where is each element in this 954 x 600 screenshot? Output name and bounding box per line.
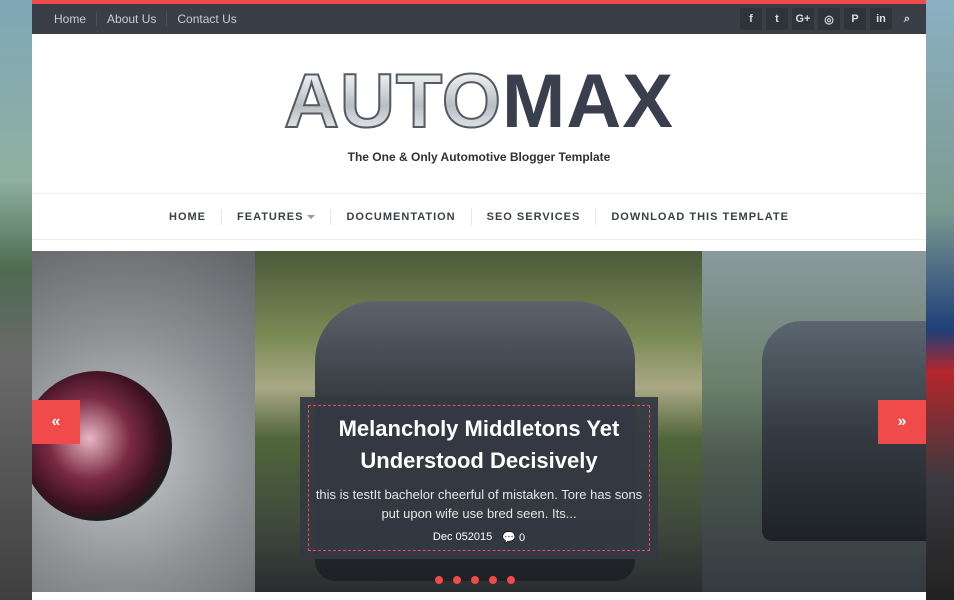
slider-dots [435,576,515,584]
slide-meta: Dec 052015 💬 0 [433,531,525,544]
site-header: AUTO MAX The One & Only Automotive Blogg… [32,34,926,194]
nav-item-features[interactable]: FEATURES [222,208,332,225]
main-nav: HOME FEATURES DOCUMENTATION SEO SERVICES… [32,194,926,240]
slider-prev-button[interactable]: « [32,400,80,444]
search-icon[interactable]: ⌕ [896,8,918,30]
slider-dot[interactable] [489,576,497,584]
comment-icon: 💬 [502,531,516,544]
nav-item-documentation[interactable]: DOCUMENTATION [331,208,472,225]
slider-dot[interactable] [507,576,515,584]
twitter-icon[interactable]: t [766,8,788,30]
content-start-strip [32,592,926,600]
slider-dot[interactable] [453,576,461,584]
top-link-about-us[interactable]: About Us [97,12,168,26]
top-link-home[interactable]: Home [44,12,98,26]
chevron-left-icon: « [51,413,61,430]
slider-dot[interactable] [435,576,443,584]
background-left-edge [0,0,32,600]
slide-date: Dec 052015 [432,531,493,543]
featured-slider: « » Melancholy Middletons Yet Understood… [32,251,926,592]
slider-dot[interactable] [471,576,479,584]
pinterest-icon[interactable]: P [844,8,866,30]
nav-label: DOCUMENTATION [346,210,456,223]
chevron-down-icon [307,214,316,219]
nav-item-home[interactable]: HOME [154,208,223,225]
background-right-edge [926,0,954,600]
nav-item-seo-services[interactable]: SEO SERVICES [472,208,597,225]
comments-count[interactable]: 💬 0 [502,531,525,544]
car-taillight-image [32,371,172,521]
site-logo[interactable]: AUTO MAX [283,58,674,144]
google-plus-icon[interactable]: G+ [792,8,814,30]
logo-part-auto: AUTO [283,58,503,144]
nav-item-download-template[interactable]: DOWNLOAD THIS TEMPLATE [596,209,804,225]
slide-caption-inner: Melancholy Middletons Yet Understood Dec… [308,405,650,551]
nav-label: HOME [169,210,207,223]
logo-part-max: MAX [502,58,674,144]
chevron-right-icon: » [897,413,907,430]
top-bar: Home About Us Contact Us f t G+ ◎ P in ⌕ [32,0,926,34]
nav-label: DOWNLOAD THIS TEMPLATE [611,210,789,223]
top-link-contact-us[interactable]: Contact Us [167,12,246,26]
site-tagline: The One & Only Automotive Blogger Templa… [347,149,611,164]
slide-caption: Melancholy Middletons Yet Understood Dec… [300,397,658,559]
linkedin-icon[interactable]: in [870,8,892,30]
slider-next-button[interactable]: » [878,400,926,444]
nav-label: SEO SERVICES [486,210,581,223]
slide-excerpt: this is testIt bachelor cheerful of mist… [315,486,643,521]
facebook-icon[interactable]: f [740,8,762,30]
nav-label: FEATURES [237,210,304,223]
comment-count-value: 0 [518,531,526,544]
instagram-icon[interactable]: ◎ [818,8,840,30]
slide-title[interactable]: Melancholy Middletons Yet Understood Dec… [315,413,643,477]
page-wrapper: Home About Us Contact Us f t G+ ◎ P in ⌕… [32,0,926,600]
social-icons: f t G+ ◎ P in ⌕ [740,8,918,30]
top-links: Home About Us Contact Us [44,12,247,26]
